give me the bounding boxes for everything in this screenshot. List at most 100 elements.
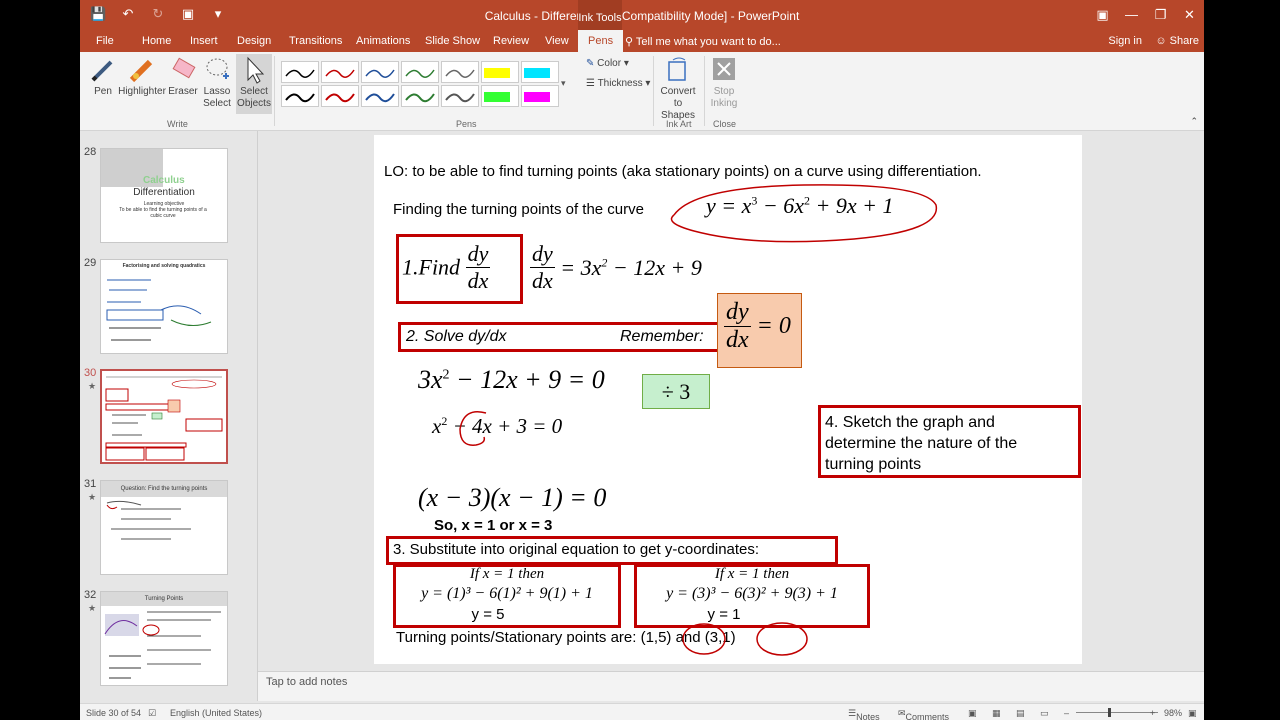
- stop-inking-button[interactable]: Stop Inking: [707, 56, 741, 110]
- tab-view[interactable]: View: [545, 35, 569, 47]
- pen-label: Pen: [94, 86, 112, 97]
- dx-text: dx: [726, 327, 749, 353]
- gallery-more-icon[interactable]: ▾: [561, 78, 566, 89]
- close-group-label: Close: [713, 119, 737, 129]
- write-group-label: Write: [167, 119, 188, 129]
- fit-slide-icon[interactable]: ▣: [1188, 708, 1197, 719]
- zoom-slider[interactable]: [1076, 712, 1158, 713]
- tell-me-search[interactable]: ⚲ Tell me what you want to do...: [625, 35, 781, 48]
- thumbnail-number: 31: [84, 478, 97, 490]
- pen-swatch-green-2[interactable]: [401, 85, 439, 107]
- convert-to-shapes-button[interactable]: Convert to Shapes: [656, 56, 700, 122]
- pen-swatch-gray[interactable]: [441, 61, 479, 83]
- spellcheck-icon[interactable]: ☑: [148, 708, 156, 719]
- thumbnail-slide-31[interactable]: Question: Find the turning points: [100, 480, 228, 575]
- tab-slide-show[interactable]: Slide Show: [425, 35, 480, 47]
- tab-review[interactable]: Review: [493, 35, 529, 47]
- lasso-select-button[interactable]: Lasso Select: [200, 56, 234, 110]
- pen-swatch-black-2[interactable]: [281, 85, 319, 107]
- thickness-icon: ☰: [586, 78, 595, 89]
- pens-group-label: Pens: [456, 119, 477, 129]
- animation-star-icon: ★: [88, 492, 97, 502]
- thumbnail-ink-preview: [104, 611, 221, 679]
- slideshow-view-icon[interactable]: ▭: [1040, 708, 1049, 719]
- comments-toggle[interactable]: ✉ Comments: [898, 708, 949, 720]
- remember-text: Remember:: [620, 328, 704, 345]
- thickness-button[interactable]: ☰ Thickness ▾: [586, 78, 650, 89]
- ink-art-group-label: Ink Art: [666, 119, 692, 129]
- eraser-button[interactable]: Eraser: [168, 56, 198, 98]
- pen-swatch-red-2[interactable]: [321, 85, 359, 107]
- highlighter-swatch-magenta[interactable]: [521, 85, 559, 107]
- thickness-label: Thickness: [597, 78, 643, 89]
- notes-placeholder: Tap to add notes: [266, 676, 348, 688]
- pen-swatch-red[interactable]: [321, 61, 359, 83]
- pen-swatch-blue-2[interactable]: [361, 85, 399, 107]
- finding-text: Finding the turning points of the curve: [393, 201, 644, 218]
- ink-circles-points: [682, 622, 808, 656]
- normal-view-icon[interactable]: ▣: [968, 708, 977, 719]
- derivative-3x: = 3x: [560, 254, 602, 280]
- collapse-ribbon-icon[interactable]: ⌃: [1190, 116, 1198, 127]
- thumbnail-title: Question: Find the turning points: [101, 481, 227, 497]
- pen-swatch-blue[interactable]: [361, 61, 399, 83]
- highlighter-swatch-green[interactable]: [481, 85, 519, 107]
- stop-label-1: Stop: [713, 86, 735, 97]
- tab-transitions[interactable]: Transitions: [289, 35, 342, 47]
- zoom-in-icon[interactable]: +: [1150, 708, 1155, 718]
- pen-stroke-icon: [445, 93, 475, 103]
- notes-toggle[interactable]: ☰ Notes: [848, 708, 880, 720]
- language-indicator[interactable]: English (United States): [170, 708, 262, 718]
- notes-toggle-label: Notes: [856, 712, 880, 720]
- pen-swatch-black[interactable]: [281, 61, 319, 83]
- zoom-out-icon[interactable]: –: [1064, 708, 1069, 718]
- pen-stroke-icon: [285, 93, 315, 103]
- highlighter-stroke-icon: [524, 68, 550, 78]
- thumbnail-slide-28[interactable]: Calculus Differentiation Learning object…: [100, 148, 228, 243]
- sign-in-link[interactable]: Sign in: [1108, 35, 1142, 47]
- tab-insert[interactable]: Insert: [190, 35, 218, 47]
- pen-stroke-icon: [365, 69, 395, 78]
- step3-text: 3. Substitute into original equation to …: [393, 541, 760, 558]
- pen-stroke-icon: [405, 93, 435, 103]
- pen-swatch-gray-2[interactable]: [441, 85, 479, 107]
- thumbnail-slide-30[interactable]: [100, 369, 228, 464]
- minimize-icon[interactable]: —: [1117, 0, 1146, 30]
- highlighter-swatch-yellow[interactable]: [481, 61, 519, 83]
- select-objects-button[interactable]: Select Objects: [236, 54, 272, 114]
- tab-home[interactable]: Home: [142, 35, 171, 47]
- eq1-rest: − 12x + 9 = 0: [449, 365, 605, 394]
- zoom-level[interactable]: 98%: [1164, 708, 1182, 718]
- tab-animations[interactable]: Animations: [356, 35, 410, 47]
- pen-button[interactable]: Pen: [88, 56, 118, 98]
- sub1-equation: y = (1)³ − 6(1)² + 9(1) + 1: [421, 585, 593, 602]
- tp-label: Turning points/Stationary points are:: [396, 629, 641, 646]
- thumbnail-subtitle: Differentiation: [133, 187, 195, 198]
- tab-pens[interactable]: Pens: [578, 30, 624, 52]
- tab-design[interactable]: Design: [237, 35, 271, 47]
- thumbnail-title: Turning Points: [101, 592, 227, 606]
- highlighter-swatch-cyan[interactable]: [521, 61, 559, 83]
- ribbon-display-options-icon[interactable]: ▣: [1088, 0, 1117, 30]
- dy-text: dy: [724, 299, 751, 327]
- tab-file[interactable]: File: [96, 35, 114, 47]
- restore-icon[interactable]: ❐: [1146, 0, 1175, 30]
- thumbnail-number: 29: [84, 257, 97, 269]
- notes-pane[interactable]: Tap to add notes: [258, 671, 1204, 701]
- color-button[interactable]: ✎ Color ▾: [586, 58, 629, 69]
- thumbnail-title: Calculus: [143, 175, 185, 186]
- reading-view-icon[interactable]: ▤: [1016, 708, 1025, 719]
- thumbnail-number: 28: [84, 146, 97, 158]
- thumbnail-slide-32[interactable]: Turning Points: [100, 591, 228, 686]
- share-button[interactable]: ☺ Share: [1155, 35, 1199, 47]
- sub2-equation: y = (3)³ − 6(3)² + 9(3) + 1: [666, 585, 838, 602]
- highlighter-button[interactable]: Highlighter: [118, 56, 166, 98]
- factored-equation: (x − 3)(x − 1) = 0: [418, 483, 607, 512]
- pen-swatch-green[interactable]: [401, 61, 439, 83]
- slide-sorter-icon[interactable]: ▦: [992, 708, 1001, 719]
- zoom-slider-thumb[interactable]: [1108, 708, 1111, 717]
- close-icon[interactable]: ✕: [1175, 0, 1204, 30]
- dydx-fraction: dy dx: [530, 241, 555, 294]
- thumbnail-slide-29[interactable]: Factorising and solving quadratics: [100, 259, 228, 354]
- current-slide[interactable]: LO: to be able to find turning points (a…: [374, 135, 1082, 664]
